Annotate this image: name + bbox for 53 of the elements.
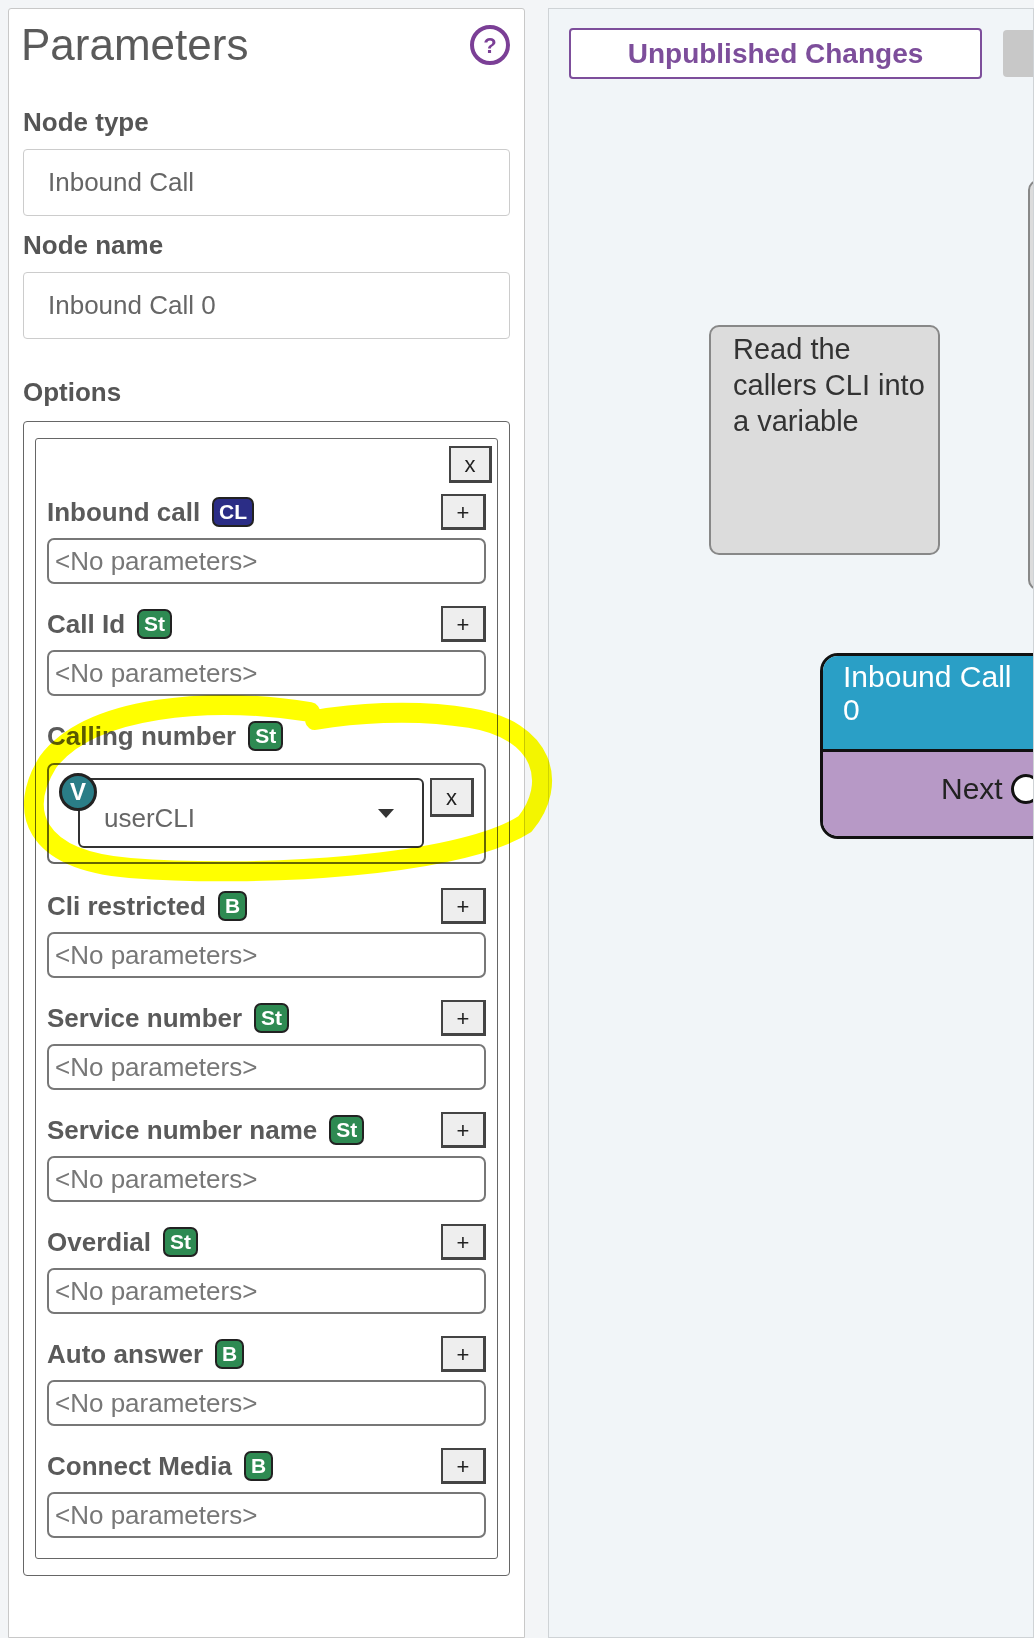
add-button[interactable]: + — [441, 606, 486, 642]
panel-title: Parameters — [21, 19, 249, 71]
parameter-field[interactable]: <No parameters> — [47, 1380, 486, 1426]
field-label: Node type — [23, 107, 150, 137]
node-title: Inbound Call — [843, 660, 1013, 693]
type-badge: B — [243, 1451, 274, 1481]
field-label: Node name — [23, 230, 165, 260]
option-label: Service number name — [47, 1113, 318, 1147]
add-button[interactable]: + — [441, 494, 486, 530]
option-label: Call Id — [47, 607, 125, 641]
text-field[interactable]: Inbound Call 0 — [23, 272, 510, 339]
type-badge: St — [329, 1115, 365, 1145]
type-badge: St — [163, 1227, 199, 1257]
parameter-field[interactable]: <No parameters> — [47, 932, 486, 978]
parameter-field[interactable]: <No parameters> — [47, 650, 486, 696]
type-badge: CL — [212, 497, 255, 527]
type-badge: B — [217, 891, 248, 921]
option-label: Overdial — [47, 1225, 152, 1259]
close-button[interactable]: x — [449, 446, 492, 483]
type-badge: B — [215, 1339, 245, 1369]
note-node[interactable]: Read the callers CLI into a variable — [709, 325, 940, 555]
parameter-field[interactable]: <No parameters> — [47, 538, 486, 584]
parameter-field[interactable]: <No parameters> — [47, 1156, 486, 1202]
add-button[interactable]: + — [441, 1112, 486, 1148]
add-button[interactable]: + — [441, 1336, 486, 1372]
option-label: Cli restricted — [47, 889, 206, 923]
port-handle[interactable] — [1010, 773, 1033, 804]
parameter-field[interactable]: <No parameters> — [47, 1492, 486, 1538]
port-label: Next — [941, 771, 1003, 807]
option-label: Service number — [47, 1001, 243, 1035]
parameter-field[interactable]: <No parameters> — [47, 1044, 486, 1090]
options-label: Options — [23, 377, 123, 407]
type-badge: St — [248, 721, 284, 751]
remove-button[interactable]: x — [430, 778, 474, 817]
note-text: Read the callers CLI into a variable — [733, 333, 925, 437]
add-button[interactable]: + — [441, 888, 486, 924]
caret-icon — [378, 808, 394, 818]
parameter-field[interactable]: <No parameters> — [47, 1268, 486, 1314]
help-button[interactable]: ? — [470, 25, 510, 65]
type-badge: St — [137, 609, 172, 639]
add-button[interactable]: + — [441, 1448, 486, 1484]
text-field[interactable]: Inbound Call — [23, 149, 510, 216]
flow-node[interactable]: Inbound Call 0 Next — [820, 653, 1033, 839]
option-label: Connect Media — [47, 1449, 232, 1483]
add-button[interactable]: + — [441, 1000, 486, 1036]
type-badge: St — [254, 1003, 290, 1033]
add-button[interactable]: + — [441, 1224, 486, 1260]
node-title: 0 — [843, 693, 861, 726]
unpublished-changes-button[interactable]: Unpublished Changes — [569, 28, 982, 79]
dropdown-value: userCLI — [104, 801, 196, 835]
variable-badge: V — [59, 773, 97, 811]
option-label: Inbound call — [47, 495, 201, 529]
option-label: Auto answer — [47, 1337, 204, 1371]
